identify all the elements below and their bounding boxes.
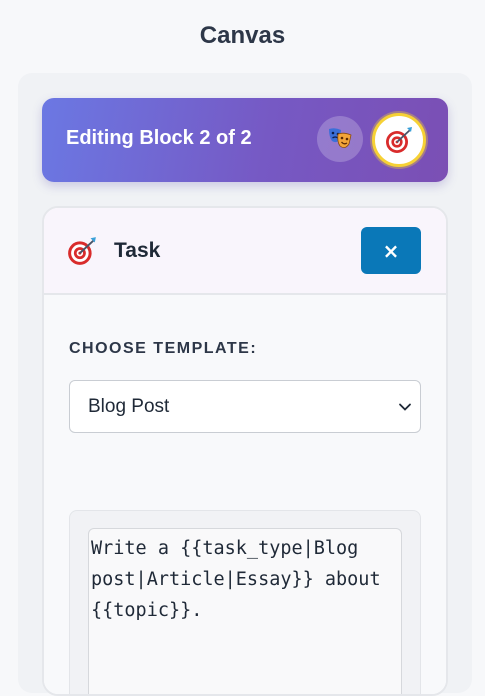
task-card-body: CHOOSE TEMPLATE: Blog Post Write a {{tas…	[44, 295, 446, 694]
task-card-header: Task ×	[44, 208, 446, 295]
chevron-down-icon	[399, 403, 411, 411]
block-1-chip[interactable]	[317, 116, 363, 162]
template-label: CHOOSE TEMPLATE:	[69, 340, 258, 357]
editing-banner: Editing Block 2 of 2	[42, 98, 448, 182]
theater-masks-icon	[329, 128, 352, 148]
page-title: Canvas	[199, 22, 286, 49]
target-icon	[66, 235, 98, 272]
close-button[interactable]: ×	[361, 227, 421, 274]
prompt-textarea[interactable]: Write a {{task_type|Blog post|Article|Es…	[88, 528, 402, 694]
template-select[interactable]: Blog Post	[69, 380, 421, 433]
target-icon	[386, 127, 412, 153]
task-card: Task × CHOOSE TEMPLATE: Blog Post Write …	[42, 206, 448, 696]
task-card-title: Task	[114, 239, 161, 262]
template-select-value: Blog Post	[88, 396, 170, 417]
editing-title: Editing Block 2 of 2	[66, 127, 252, 149]
prompt-container: Write a {{task_type|Blog post|Article|Es…	[69, 510, 421, 694]
block-2-chip-active[interactable]	[372, 113, 426, 167]
close-icon: ×	[382, 238, 400, 263]
